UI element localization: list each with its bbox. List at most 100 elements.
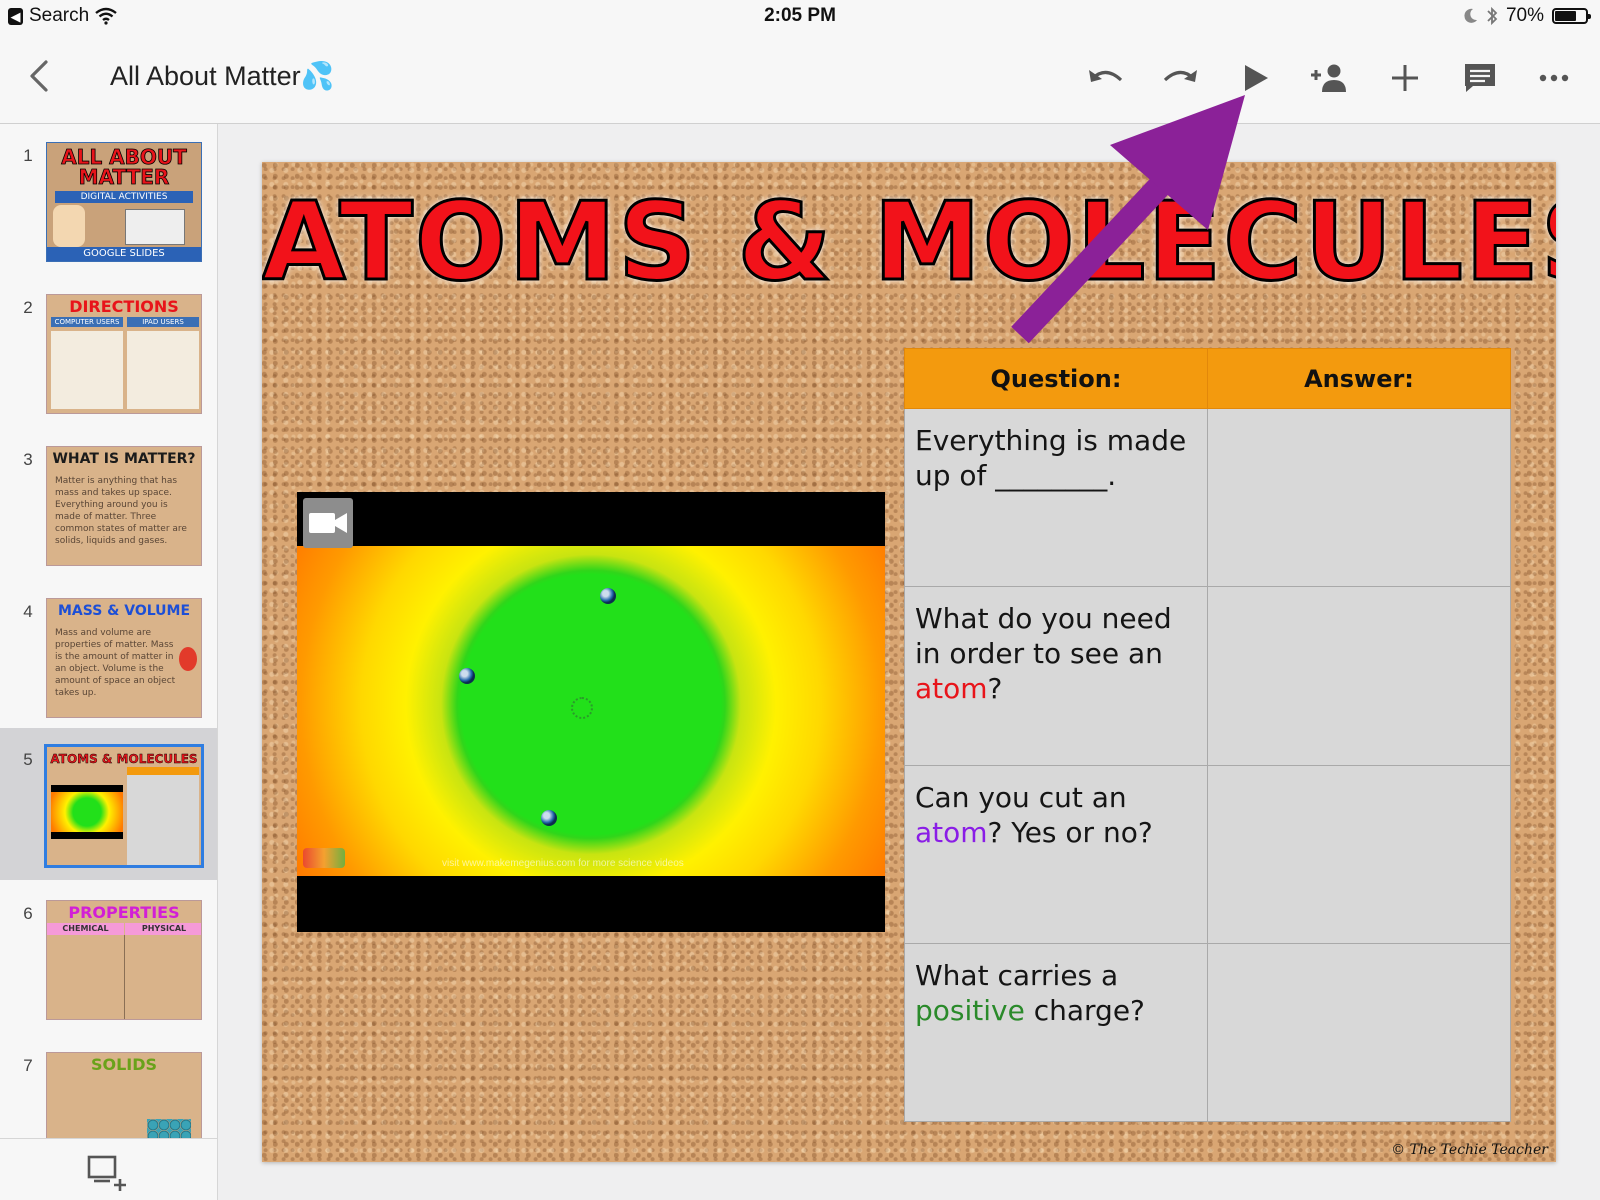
question-text: What carries a <box>915 958 1119 992</box>
answer-cell[interactable] <box>1207 942 1511 1123</box>
slide-number: 5 <box>23 750 33 769</box>
electron-dot <box>459 668 475 684</box>
question-cell: What carries a positive charge? <box>904 942 1208 1123</box>
question-text-end: charge? <box>1024 993 1145 1027</box>
status-bar: ◀ Search 2:05 PM 70% <box>0 0 1600 34</box>
thumbnail-footer: GOOGLE SLIDES <box>47 247 201 261</box>
highlight-word: positive <box>915 993 1025 1027</box>
thumbnail-divider <box>124 935 125 1019</box>
thumbnail-image: MASS & VOLUME Mass and volume are proper… <box>46 598 202 718</box>
thumbnail-image: DIRECTIONS COMPUTER USERS IPAD USERS <box>46 294 202 414</box>
slide-thumbnail-3[interactable]: 3 WHAT IS MATTER? Matter is anything tha… <box>0 428 217 580</box>
table-row: What do you need in order to see an atom… <box>904 586 1511 766</box>
undo-button[interactable] <box>1082 54 1130 102</box>
toolbar: All About Matter💦 <box>0 34 1600 124</box>
thumbnail-image: ALL ABOUT MATTER DIGITAL ACTIVITIES GOOG… <box>46 142 202 262</box>
slide-number: 3 <box>23 450 33 469</box>
table-row: What carries a positive charge? <box>904 942 1511 1123</box>
comment-icon <box>1465 64 1495 92</box>
answer-cell[interactable] <box>1207 407 1511 588</box>
thumbnail-table <box>127 767 199 865</box>
answer-cell[interactable] <box>1207 586 1511 766</box>
slide-number: 1 <box>23 146 33 165</box>
thumbnail-title: ALL ABOUT MATTER <box>61 145 187 189</box>
present-play-icon <box>1245 65 1268 91</box>
slide-number: 6 <box>23 904 33 923</box>
nucleus-icon <box>571 697 593 719</box>
answer-header: Answer: <box>1207 348 1511 409</box>
thumbnail-body: Mass and volume are properties of matter… <box>55 628 176 698</box>
share-button[interactable] <box>1305 54 1353 102</box>
thumbnail-subtitle: DIGITAL ACTIVITIES <box>55 191 193 203</box>
slide-thumbnail-6[interactable]: 6 PROPERTIES CHEMICAL PHYSICAL <box>0 882 217 1034</box>
video-camera-icon <box>309 513 347 533</box>
laptop-illustration <box>125 209 185 245</box>
insert-button[interactable] <box>1381 54 1429 102</box>
embedded-video[interactable]: visit www.makemegenius.com for more scie… <box>297 492 885 932</box>
thumbnail-title: ATOMS & MOLECULES <box>50 752 198 766</box>
app-window: ◀ Search 2:05 PM 70% All About Matter💦 1… <box>0 0 1600 1200</box>
electron-dot <box>541 810 557 826</box>
battery-icon <box>1552 8 1591 24</box>
video-logo <box>303 848 345 868</box>
document-title[interactable]: All About Matter💦 <box>110 60 334 92</box>
electron-dot <box>600 588 616 604</box>
thumbnail-col2: IPAD USERS <box>127 317 199 327</box>
slide-number: 4 <box>23 602 33 621</box>
slide-thumbnail-2[interactable]: 2 DIRECTIONS COMPUTER USERS IPAD USERS <box>0 276 217 428</box>
thumbnail-image: PROPERTIES CHEMICAL PHYSICAL <box>46 900 202 1020</box>
question-text: What do you need in order to see an <box>915 602 1172 671</box>
question-cell: Can you cut an atom? Yes or no? <box>904 764 1208 944</box>
slide-thumbnail-1[interactable]: 1 ALL ABOUT MATTER DIGITAL ACTIVITIES GO… <box>0 124 217 276</box>
redo-button[interactable] <box>1156 54 1204 102</box>
comments-button[interactable] <box>1456 54 1504 102</box>
status-right: 70% <box>1462 5 1591 27</box>
thumbnail-panel <box>127 331 199 409</box>
battery-percent: 70% <box>1505 5 1544 26</box>
highlight-word: atom <box>915 672 988 706</box>
question-header: Question: <box>904 348 1208 409</box>
slide-thumbnail-4[interactable]: 4 MASS & VOLUME Mass and volume are prop… <box>0 580 217 732</box>
thumbnail-image: WHAT IS MATTER? Matter is anything that … <box>46 446 202 566</box>
sidebar-footer <box>0 1138 217 1200</box>
thumbnail-body: Matter is anything that has mass and tak… <box>55 476 187 546</box>
thumbnail-title: DIRECTIONS <box>69 297 179 316</box>
slide-title[interactable]: ATOMS & MOLECULES <box>262 179 1556 307</box>
new-slide-icon <box>87 1155 126 1191</box>
back-button[interactable] <box>22 58 58 94</box>
slide-number: 2 <box>23 298 33 317</box>
table-row: Everything is made up of ________. <box>904 407 1511 588</box>
undo-icon <box>1089 70 1123 82</box>
back-icon <box>30 60 48 92</box>
slide-thumbnail-5[interactable]: 5 ATOMS & MOLECULES <box>0 728 217 880</box>
thumbnail-title: WHAT IS MATTER? <box>52 451 196 467</box>
clock: 2:05 PM <box>764 5 836 26</box>
thumbnail-col1: CHEMICAL <box>47 923 124 935</box>
moon-icon <box>1464 8 1477 23</box>
new-slide-button[interactable] <box>86 1153 130 1193</box>
slide-credit: © The Techie Teacher <box>1391 1142 1548 1158</box>
present-button[interactable] <box>1231 54 1279 102</box>
answer-cell[interactable] <box>1207 764 1511 944</box>
thumbnail-title: PROPERTIES <box>68 903 180 922</box>
video-camera-button[interactable] <box>303 498 353 548</box>
question-text-end: ? Yes or no? <box>987 815 1153 849</box>
bluetooth-icon <box>1487 6 1498 26</box>
kid-illustration <box>53 205 85 247</box>
redo-icon <box>1163 70 1197 82</box>
more-icon <box>1539 74 1569 82</box>
question-cell: What do you need in order to see an atom… <box>904 586 1208 766</box>
thumbnail-title: MASS & VOLUME <box>57 603 191 619</box>
thumbnail-video <box>51 785 123 839</box>
table-row: Can you cut an atom? Yes or no? <box>904 764 1511 944</box>
question-text: Can you cut an <box>915 780 1127 814</box>
table-header-row: Question: Answer: <box>904 348 1511 409</box>
more-button[interactable] <box>1530 54 1578 102</box>
current-slide[interactable]: ATOMS & MOLECULES visit www.makemegenius… <box>262 162 1556 1162</box>
add-icon <box>1392 65 1418 91</box>
thumbnail-col2: PHYSICAL <box>125 923 201 935</box>
question-cell: Everything is made up of ________. <box>904 407 1208 588</box>
video-frame: visit www.makemegenius.com for more scie… <box>297 546 885 876</box>
question-text-end: ? <box>987 672 1003 706</box>
video-caption: visit www.makemegenius.com for more scie… <box>442 858 684 869</box>
